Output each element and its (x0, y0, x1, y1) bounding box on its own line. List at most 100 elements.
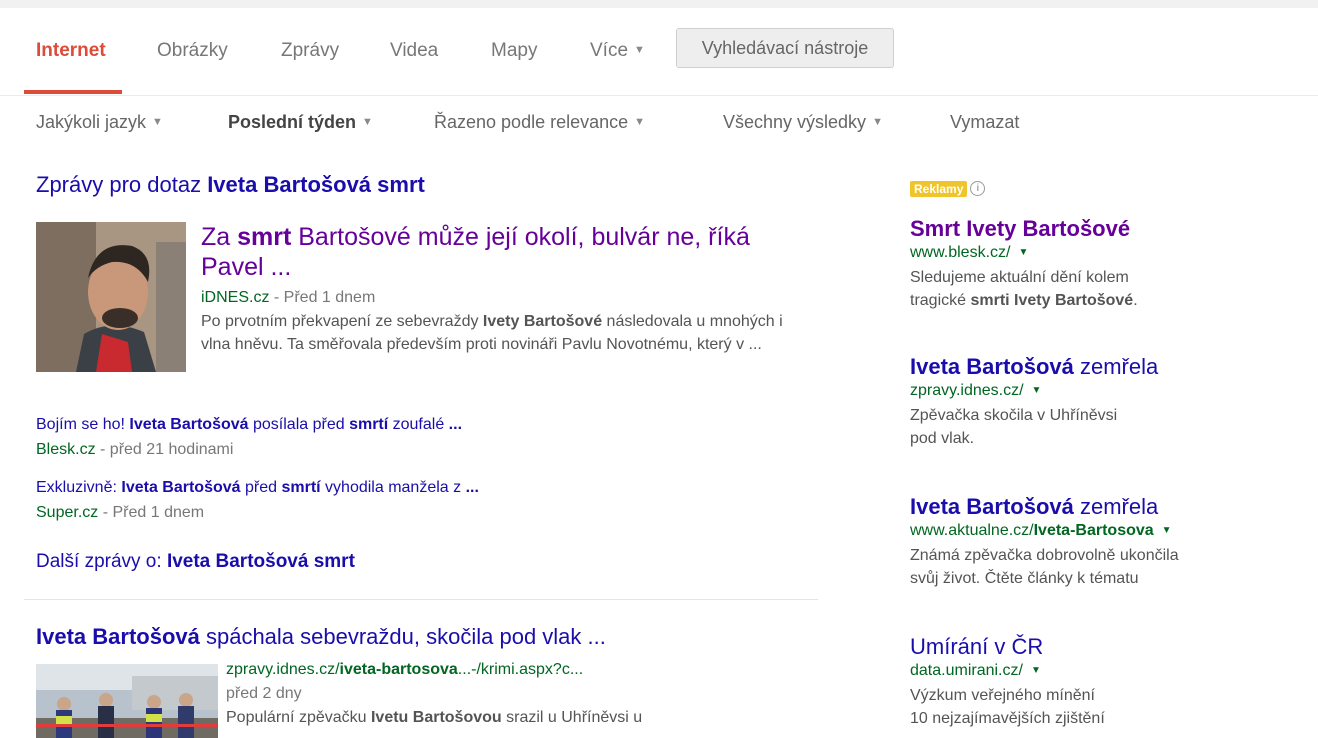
search-filters: Jakýkoli jazyk ▼ Poslední týden ▼ Řazeno p… (0, 108, 1318, 138)
info-circle-icon[interactable]: i (970, 181, 986, 197)
ad-url-text: www.aktualne.cz/ (910, 522, 1034, 539)
ad-url[interactable]: www.blesk.cz/ ▼ (910, 242, 1290, 266)
url-part: ...-/krimi.aspx?c... (457, 661, 584, 678)
ad-item: Smrt Ivety Bartošové www.blesk.cz/ ▼ Sled… (910, 216, 1290, 312)
result-2-date: před 2 dny (226, 685, 302, 702)
b: smrti Ivety Bartošové (970, 292, 1134, 309)
d: . (1133, 292, 1138, 309)
ad-title-bold: Iveta Bartošová (910, 354, 1074, 379)
filter-results[interactable]: Všechny výsledky ▼ (723, 112, 883, 133)
b: ... (448, 416, 463, 433)
ad-url[interactable]: www.aktualne.cz/Iveta-Bartosova ▼ (910, 520, 1290, 544)
filter-language[interactable]: Jakýkoli jazyk ▼ (36, 112, 163, 133)
ad-title[interactable]: Umírání v ČR (910, 634, 1290, 660)
t: zoufalé (388, 416, 449, 433)
caret-down-icon: ▼ (634, 44, 645, 56)
more-news-prefix: Další zprávy o: (36, 551, 167, 572)
news-thumbnail[interactable] (36, 222, 186, 372)
news-story-2: Bojím se ho! Iveta Bartošová posílala př… (36, 415, 462, 460)
source-sep: - (269, 289, 284, 306)
news-story-2-title[interactable]: Bojím se ho! Iveta Bartošová posílala př… (36, 415, 462, 435)
news-story-2-source: Blesk.cz - před 21 hodinami (36, 440, 462, 460)
caret-down-icon[interactable]: ▼ (1162, 525, 1172, 536)
result-2-thumbnail-image (36, 664, 218, 738)
url-part: zpravy.idnes.cz/ (226, 661, 340, 678)
result-2-title[interactable]: Iveta Bartošová spáchala sebevraždu, sko… (36, 624, 606, 650)
filter-results-label: Všechny výsledky (723, 112, 867, 132)
filter-sort[interactable]: Řazeno podle relevance ▼ (434, 112, 645, 133)
ad-description-1: Známá zpěvačka dobrovolně ukončila (910, 547, 1179, 564)
result-2-title-rest: spáchala sebevraždu, skočila pod vlak ..… (199, 624, 606, 649)
caret-down-icon[interactable]: ▼ (1031, 665, 1041, 676)
result-2-body: zpravy.idnes.cz/iveta-bartosova...-/krim… (226, 658, 806, 730)
title-bold: smrt (237, 223, 292, 251)
snippet-bold: Ivety Bartošové (482, 313, 603, 330)
filter-time[interactable]: Poslední týden ▼ (228, 112, 373, 133)
news-top-story-title[interactable]: Za smrt Bartošové může její okolí, bulvá… (201, 222, 801, 282)
caret-down-icon: ▼ (152, 116, 163, 128)
search-tools-button[interactable]: Vyhledávací nástroje (676, 28, 894, 68)
filter-language-label: Jakýkoli jazyk (36, 112, 147, 132)
filter-time-label: Poslední týden (228, 112, 357, 132)
tab-images[interactable]: Obrázky (157, 40, 228, 62)
top-strip (0, 0, 1318, 8)
source-time: Před 1 dnem (283, 289, 376, 306)
ad-url[interactable]: zpravy.idnes.cz/ ▼ (910, 380, 1290, 404)
tab-maps[interactable]: Mapy (491, 40, 537, 62)
news-top-story: Za smrt Bartošové může její okolí, bulvá… (201, 222, 801, 356)
source-time: před 21 hodinami (109, 441, 234, 458)
ad-description-2: tragické smrti Ivety Bartošové. (910, 289, 1290, 312)
ad-description-2: pod vlak. (910, 430, 975, 447)
tab-videos[interactable]: Videa (390, 40, 438, 62)
ad-description-2: 10 nejzajímavějších zjištění (910, 710, 1105, 727)
t: posílala před (248, 416, 350, 433)
b: ... (465, 479, 479, 496)
ad-item: Umírání v ČR data.umirani.cz/ ▼ Výzkum ve… (910, 634, 1290, 730)
more-news-query: Iveta Bartošová smrt (166, 551, 355, 572)
filter-clear[interactable]: Vymazat (950, 112, 1019, 133)
tab-news[interactable]: Zprávy (281, 40, 339, 62)
news-top-story-source: iDNES.cz - Před 1 dnem (201, 288, 801, 308)
snippet-part: Po prvotním překvapení ze sebevraždy (201, 313, 483, 330)
active-tab-indicator (24, 90, 122, 94)
b: smrtí (281, 479, 321, 496)
source-name: Blesk.cz (36, 441, 96, 458)
filter-sort-label: Řazeno podle relevance (434, 112, 629, 132)
snippet-bold: Ivetu Bartošovou (370, 709, 502, 726)
more-news-link[interactable]: Další zprávy o: Iveta Bartošová smrt (36, 551, 355, 573)
ad-url-text: data.umirani.cz/ (910, 662, 1023, 679)
tab-more[interactable]: Více ▼ (590, 40, 645, 62)
source-sep: - (98, 504, 113, 521)
caret-down-icon[interactable]: ▼ (1032, 385, 1042, 396)
ads-column: Reklamy i Smrt Ivety Bartošové www.blesk.… (910, 180, 1300, 727)
result-2-url[interactable]: zpravy.idnes.cz/iveta-bartosova...-/krim… (226, 658, 806, 682)
ad-title[interactable]: Iveta Bartošová zemřela (910, 354, 1290, 380)
search-tabs: Internet Obrázky Zprávy Videa Mapy Více ▼… (0, 8, 1318, 96)
ad-description-1: Sledujeme aktuální dění kolem (910, 269, 1129, 286)
ad-title[interactable]: Iveta Bartošová zemřela (910, 494, 1290, 520)
ad-title-rest: zemřela (1073, 494, 1159, 519)
ad-item: Iveta Bartošová zemřela www.aktualne.cz/… (910, 494, 1290, 590)
b: Iveta Bartošová (121, 479, 241, 496)
ads-badge: Reklamy (910, 180, 968, 197)
tab-internet[interactable]: Internet (36, 40, 106, 62)
ad-url[interactable]: data.umirani.cz/ ▼ (910, 660, 1290, 684)
t: vyhodila manžela z (320, 479, 466, 496)
result-2-snippet: Populární zpěvačku Ivetu Bartošovou sraz… (226, 706, 806, 730)
news-story-3-title[interactable]: Exkluzivně: Iveta Bartošová před smrtí v… (36, 478, 479, 498)
snippet-part: srazil u Uhříněvsi u (501, 709, 643, 726)
news-story-3-source: Super.cz - Před 1 dnem (36, 503, 479, 523)
source-name: Super.cz (36, 504, 99, 521)
ad-title[interactable]: Smrt Ivety Bartošové (910, 216, 1290, 242)
caret-down-icon[interactable]: ▼ (1018, 247, 1028, 258)
ad-title-rest: zemřela (1073, 354, 1159, 379)
title-part: Za (201, 223, 238, 251)
ads-header: Reklamy i (910, 180, 1300, 198)
ad-description-2: svůj život. Čtěte články k tématu (910, 570, 1139, 587)
news-section-heading[interactable]: Zprávy pro dotaz Iveta Bartošová smrt (36, 172, 425, 198)
result-2-title-bold: Iveta Bartošová (36, 624, 200, 649)
source-time: Před 1 dnem (112, 504, 205, 521)
t: Bojím se ho! (36, 416, 130, 433)
result-2-thumbnail[interactable] (36, 664, 218, 738)
b: Iveta Bartošová (129, 416, 249, 433)
